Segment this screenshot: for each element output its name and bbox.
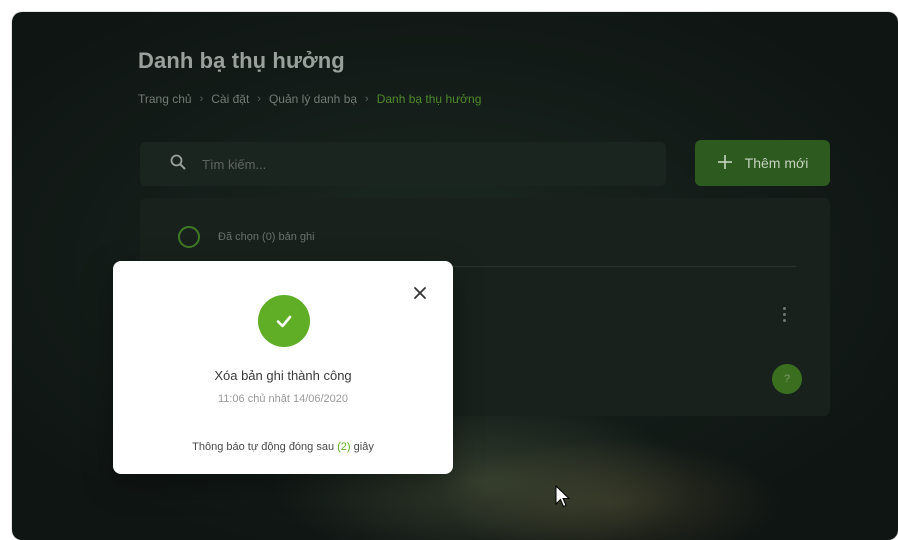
breadcrumb-settings[interactable]: Cài đặt — [211, 92, 249, 106]
search-box[interactable] — [140, 142, 666, 186]
breadcrumb-separator: › — [257, 93, 261, 105]
breadcrumb-separator: › — [199, 93, 204, 105]
selection-row: Đã chọn (0) bản ghi — [178, 226, 315, 248]
plus-icon — [717, 154, 733, 173]
page-title: Danh bạ thụ hưởng — [138, 48, 345, 73]
more-vertical-icon[interactable] — [778, 302, 790, 326]
search-input[interactable] — [200, 155, 640, 173]
toast-title: Xóa bản ghi thành công — [214, 368, 352, 383]
countdown-seconds: (2) — [337, 441, 351, 453]
auto-close-unit: giây — [353, 441, 374, 453]
add-new-button[interactable]: Thêm mới — [695, 140, 830, 186]
success-toast: Xóa bản ghi thành công 11:06 chủ nhật 14… — [113, 261, 453, 474]
check-icon — [258, 295, 310, 347]
breadcrumb-home[interactable]: Trang chủ — [138, 92, 192, 106]
app-window: Danh bạ thụ hưởng Trang chủ › Cài đặt › … — [12, 12, 898, 540]
mouse-pointer-icon — [555, 484, 571, 509]
auto-close-text: Thông báo tự động đóng sau — [192, 441, 335, 453]
breadcrumb-contacts-management[interactable]: Quản lý danh bạ — [269, 92, 357, 106]
breadcrumb-separator: › — [365, 93, 369, 105]
help-badge[interactable]: ? — [772, 364, 802, 394]
select-all-checkbox[interactable] — [178, 226, 200, 248]
close-icon[interactable] — [408, 281, 432, 305]
toast-timestamp: 11:06 chủ nhật 14/06/2020 — [217, 393, 349, 405]
breadcrumb-current: Danh bạ thụ hưởng — [376, 92, 482, 106]
add-new-label: Thêm mới — [744, 155, 809, 171]
selection-count: Đã chọn (0) bản ghi — [218, 231, 315, 243]
auto-close-notice: Thông báo tự động đóng sau (2) giây — [113, 441, 453, 453]
search-icon — [170, 154, 186, 175]
breadcrumb: Trang chủ › Cài đặt › Quản lý danh bạ › … — [138, 92, 481, 106]
